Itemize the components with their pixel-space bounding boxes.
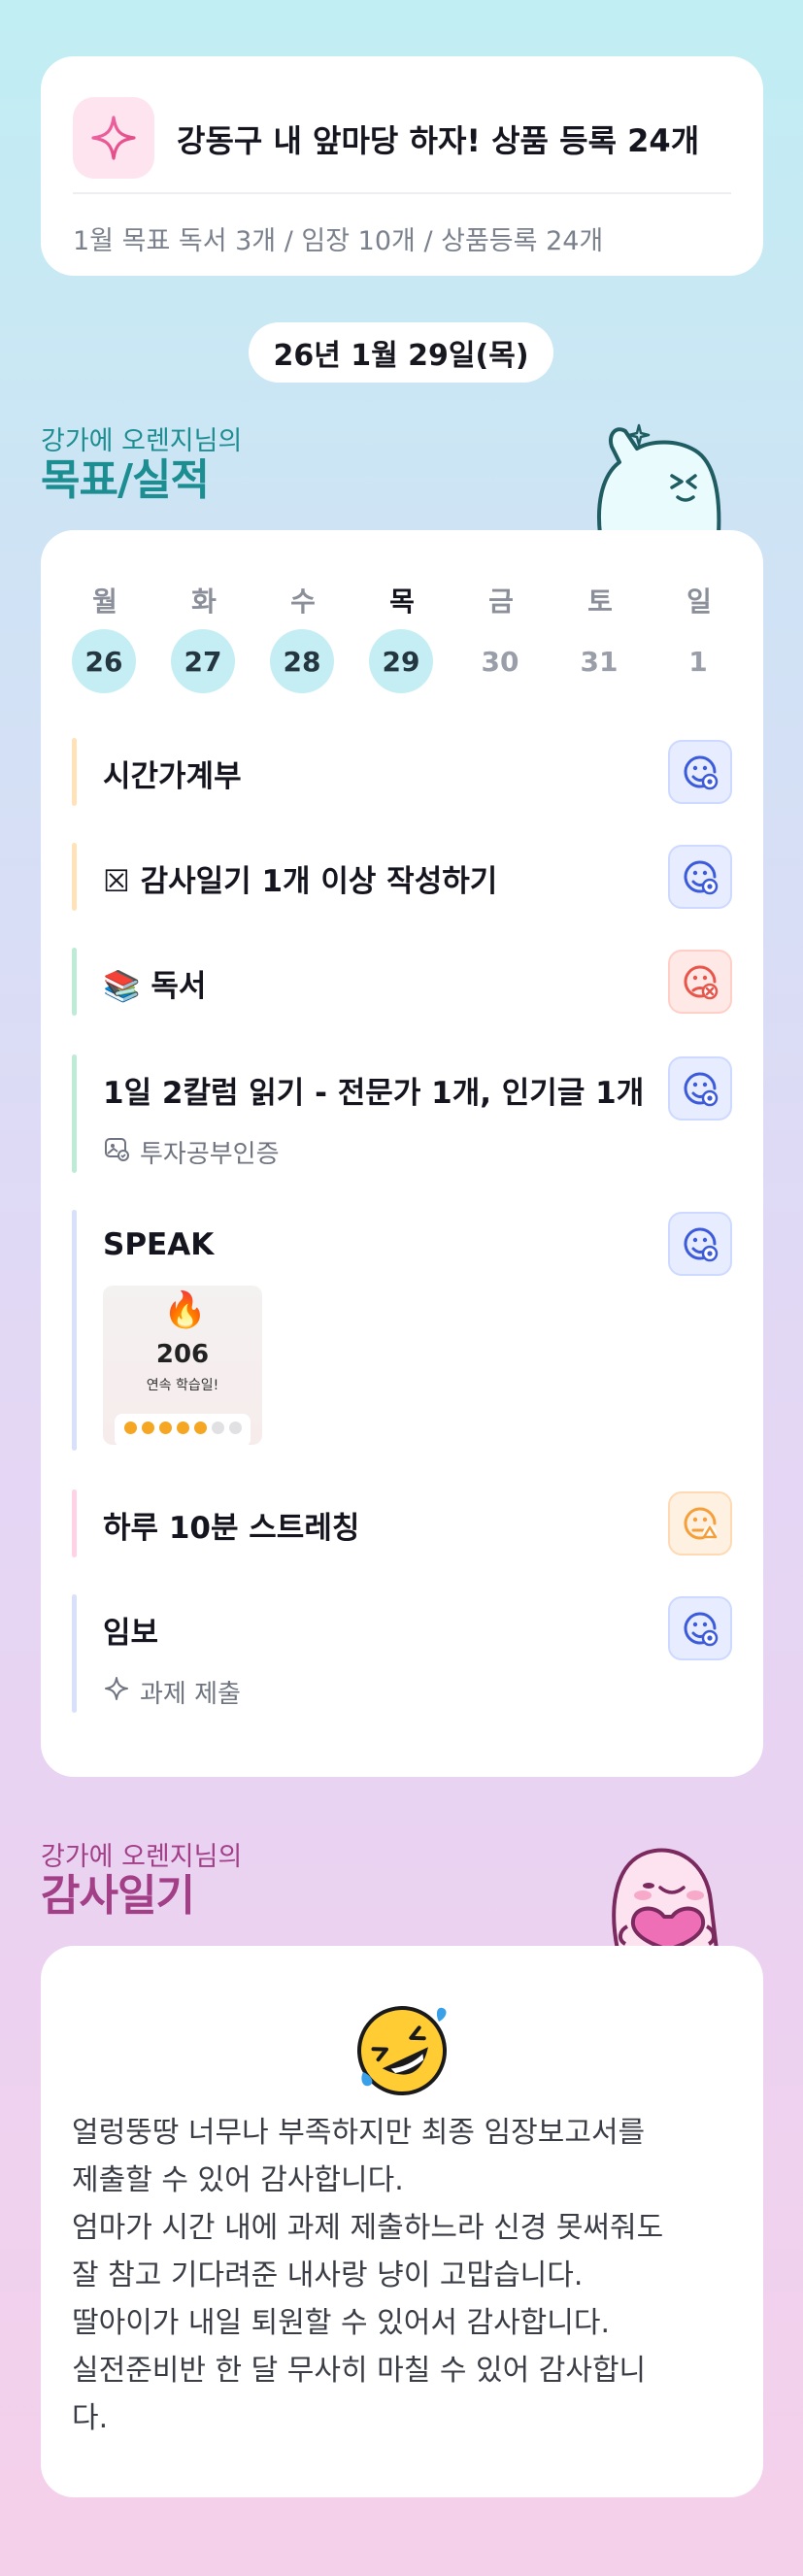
speak-streak-thumbnail[interactable]: 🔥 206 연속 학습일! [103, 1286, 262, 1445]
week-day-label: 일 [686, 585, 712, 618]
task-row[interactable]: 하루 10분 스트레칭 [72, 1489, 732, 1557]
gratitude-text: 얼렁뚱땅 너무나 부족하지만 최종 임장보고서를 제출할 수 있어 감사합니다.… [72, 2116, 664, 2435]
task-proof-link[interactable]: 투자공부인증 [103, 1134, 280, 1170]
streak-count: 206 [155, 1340, 210, 1369]
week-day-31[interactable]: 토 31 [567, 581, 633, 693]
week-day-1[interactable]: 일1 [666, 581, 732, 693]
week-day-label: 금 [488, 585, 514, 618]
task-color-bar [72, 948, 77, 1016]
week-day-label: 토 [587, 585, 613, 618]
task-label: ☒ 감사일기 1개 이상 작성하기 [103, 864, 498, 899]
goals-section-title: 목표/실적 [41, 455, 210, 505]
week-day-number: 1 [688, 645, 708, 678]
goal-title: 강동구 내 앞마당 하자! 상품 등록 24개 [177, 122, 700, 159]
week-day-number: 27 [171, 629, 235, 693]
image-check-icon [103, 1135, 130, 1169]
task-status-fail-icon[interactable] [668, 950, 732, 1014]
thanks-section-title: 감사일기 [41, 1871, 195, 1921]
week-day-26[interactable]: 월 26 [72, 581, 138, 693]
week-day-number: 30 [481, 645, 519, 678]
streak-dots [115, 1414, 251, 1445]
week-day-27[interactable]: 화 27 [171, 581, 237, 693]
heart-mascot-icon [612, 1848, 719, 1950]
task-color-bar [72, 1594, 77, 1713]
task-proof-link[interactable]: 과제 제출 [103, 1674, 241, 1710]
week-day-label: 월 [92, 585, 117, 618]
task-label: 시간가계부 [103, 759, 242, 794]
waving-mascot-icon [597, 423, 721, 534]
task-label: 임보 [103, 1616, 159, 1651]
task-row[interactable]: 임보과제 제출 [72, 1594, 732, 1713]
sparkle-icon [103, 1675, 130, 1709]
task-status-partial-icon[interactable] [668, 1491, 732, 1556]
sparkle-icon [73, 97, 154, 179]
week-day-29[interactable]: 목 29 [369, 581, 435, 693]
week-day-28[interactable]: 수 28 [270, 581, 336, 693]
task-color-bar [72, 1210, 77, 1451]
week-day-number: 26 [72, 629, 136, 693]
flame-icon: 🔥 [163, 1290, 207, 1330]
week-day-label: 화 [191, 585, 217, 618]
gratitude-journal-card: 얼렁뚱땅 너무나 부족하지만 최종 임장보고서를 제출할 수 있어 감사합니다.… [41, 1946, 763, 2497]
task-row[interactable]: SPEAK 🔥 206 연속 학습일! [72, 1210, 732, 1451]
goal-subtitle: 1월 목표 독서 3개 / 임장 10개 / 상품등록 24개 [73, 226, 604, 256]
task-color-bar [72, 1489, 77, 1557]
task-color-bar [72, 1054, 77, 1173]
monthly-goal-card[interactable]: 강동구 내 앞마당 하자! 상품 등록 24개 1월 목표 독서 3개 / 임장… [41, 56, 763, 276]
week-day-label: 목 [389, 585, 415, 618]
task-status-ok-icon[interactable] [668, 1596, 732, 1660]
task-label: 1일 2칼럼 읽기 - 전문가 1개, 인기글 1개 [103, 1076, 645, 1111]
week-day-label: 수 [290, 585, 316, 618]
task-label: 하루 10분 스트레칭 [103, 1511, 360, 1546]
week-strip: 월 26 화 27 수 28 목 29 금 30 토 31 일 1 [72, 581, 732, 693]
task-proof-label: 과제 제출 [140, 1680, 241, 1709]
week-day-number: 28 [270, 629, 334, 693]
task-proof-label: 투자공부인증 [140, 1140, 280, 1169]
task-status-ok-icon[interactable] [668, 1056, 732, 1121]
goals-card: 월 26 화 27 수 28 목 29 금 30 토 31 일 1 시간가계부 ☒ 감사일기 1개 이상 작… [41, 530, 763, 1777]
task-label: SPEAK [103, 1227, 215, 1262]
task-label: 📚 독서 [103, 969, 207, 1004]
divider [73, 192, 731, 194]
task-status-ok-icon[interactable] [668, 1212, 732, 1276]
streak-label: 연속 학습일! [146, 1378, 219, 1393]
week-day-number: 29 [369, 629, 433, 693]
task-row[interactable]: 📚 독서 [72, 948, 732, 1016]
week-day-30[interactable]: 금 30 [468, 581, 534, 693]
rolling-laughing-emoji-icon [357, 2006, 447, 2095]
task-row[interactable]: 1일 2칼럼 읽기 - 전문가 1개, 인기글 1개투자공부인증 [72, 1054, 732, 1173]
task-row[interactable]: ☒ 감사일기 1개 이상 작성하기 [72, 843, 732, 911]
task-color-bar [72, 843, 77, 911]
task-status-ok-icon[interactable] [668, 740, 732, 804]
task-status-ok-icon[interactable] [668, 845, 732, 909]
task-row[interactable]: 시간가계부 [72, 738, 732, 806]
task-color-bar [72, 738, 77, 806]
week-day-number: 31 [580, 645, 619, 678]
date-pill[interactable]: 26년 1월 29일(목) [249, 322, 553, 383]
